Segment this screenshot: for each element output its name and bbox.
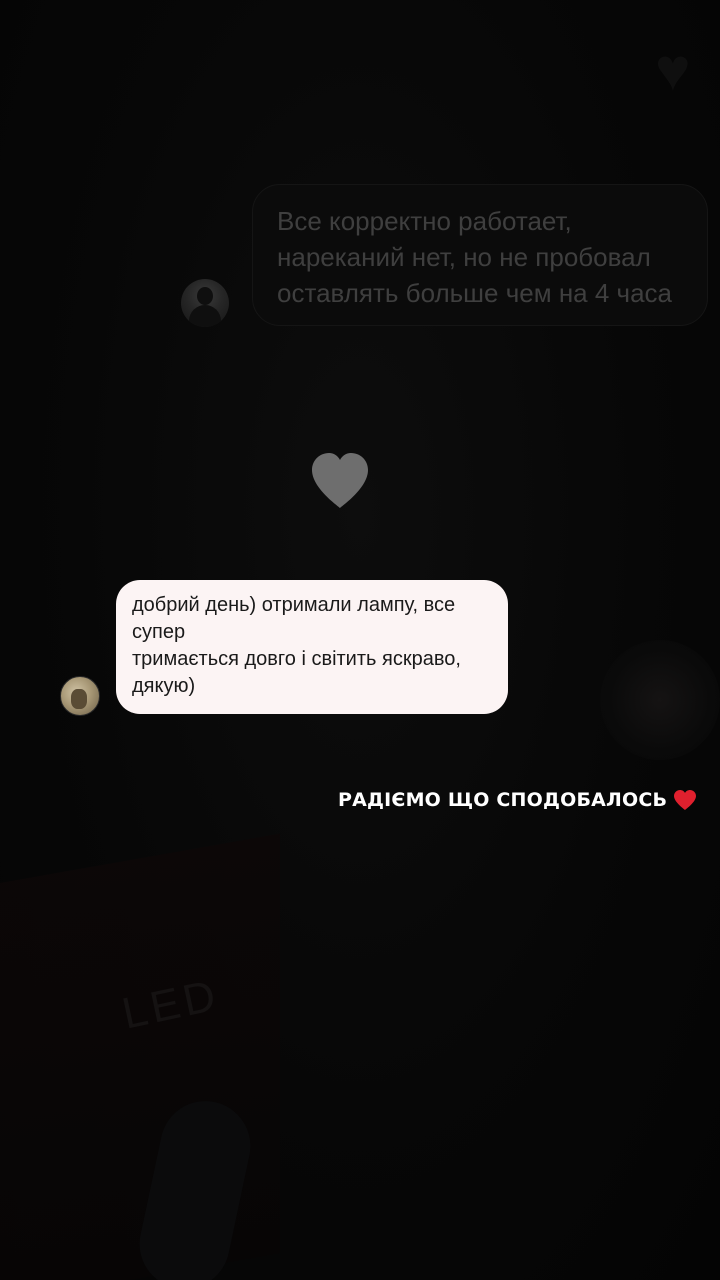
- caption-text: РАДІЄМО ЩО СПОДОБАЛОСЬ: [338, 789, 668, 811]
- background-light: [600, 640, 720, 760]
- message-bubble-dimmed: Все корректно работает, нареканий нет, н…: [252, 184, 708, 326]
- avatar: [181, 279, 229, 327]
- message-bubble: добрий день) отримали лампу, все супер т…: [116, 580, 508, 714]
- story-caption: РАДІЄМО ЩО СПОДОБАЛОСЬ: [338, 785, 697, 815]
- avatar: [60, 676, 100, 716]
- background-box: [0, 833, 280, 1280]
- message-line: добрий день) отримали лампу, все: [132, 594, 456, 616]
- avatar-body-shape: [189, 305, 221, 327]
- message-line: оставлять больше чем на 4 часа: [277, 278, 673, 308]
- avatar-head-shape: [197, 287, 213, 305]
- heart-reaction-icon: [312, 453, 368, 508]
- message-line: нареканий нет, но не пробовал: [277, 242, 651, 272]
- message-line: дякую): [132, 675, 196, 697]
- avatar-photo-shape: [71, 689, 87, 709]
- background-heart-icon: ♥: [655, 36, 691, 103]
- story-screen: LED ♥ Все корректно работает, нареканий …: [0, 0, 720, 1280]
- message-line: супер: [132, 621, 186, 643]
- red-heart-icon: [674, 790, 697, 810]
- message-line: тримається довго і світить яскраво,: [132, 648, 461, 670]
- message-line: Все корректно работает,: [277, 206, 572, 236]
